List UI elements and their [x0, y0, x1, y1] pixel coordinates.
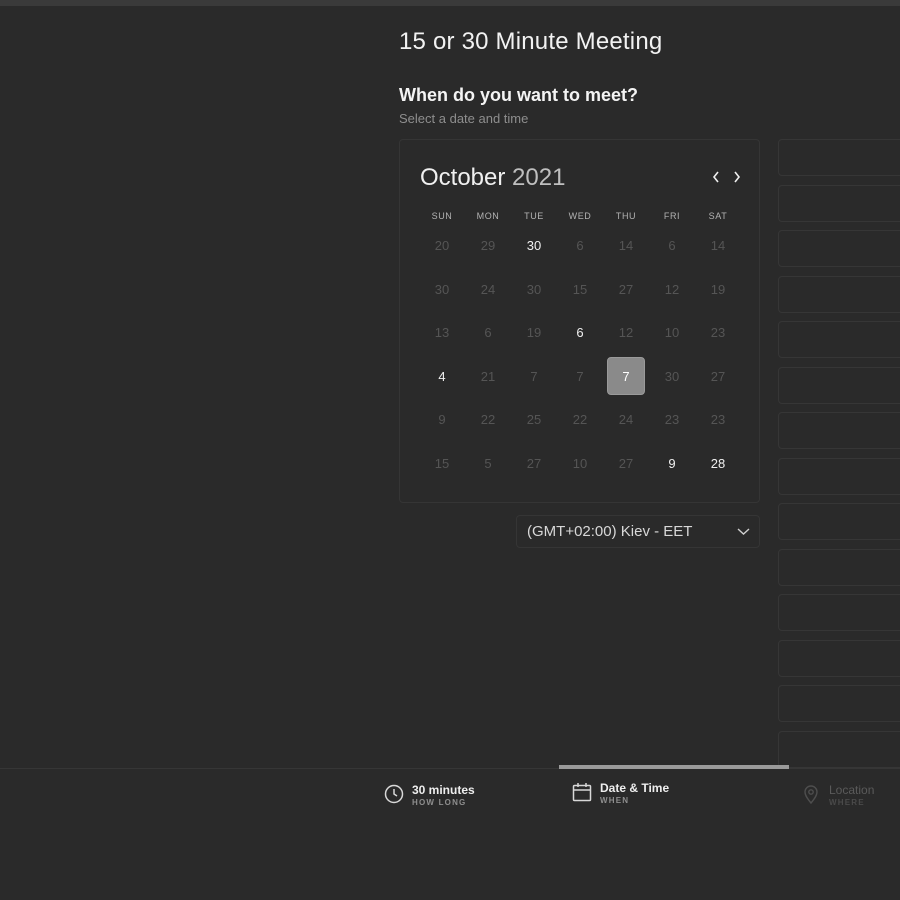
- calendar-day-unavailable: 24: [618, 411, 634, 427]
- weekday-label: THU: [615, 211, 637, 221]
- step-date-time-label: Date & Time: [600, 781, 670, 795]
- time-slot-button[interactable]: [778, 503, 900, 540]
- calendar-day-unavailable: 12: [618, 324, 634, 340]
- weekday-label: SAT: [708, 211, 728, 221]
- step-date-time-sub: WHEN: [600, 796, 630, 805]
- step-location-sub: WHERE: [829, 798, 865, 807]
- calendar-day-available[interactable]: 28: [699, 444, 737, 482]
- calendar-day-available[interactable]: 6: [561, 313, 599, 351]
- calendar-day-unavailable: 7: [530, 368, 538, 384]
- calendar-day-unavailable: 14: [710, 237, 726, 253]
- calendar-day-unavailable: 22: [572, 411, 588, 427]
- calendar-day-unavailable: 21: [480, 368, 496, 384]
- calendar-day-unavailable: 7: [576, 368, 584, 384]
- calendar-day-unavailable: 5: [484, 455, 492, 471]
- step-location: Location WHERE: [800, 783, 874, 809]
- calendar-month: October: [420, 164, 506, 191]
- page-title: 15 or 30 Minute Meeting: [399, 28, 663, 55]
- clock-icon: [384, 784, 404, 804]
- time-slot-button[interactable]: [778, 366, 900, 404]
- calendar-day-unavailable: 9: [438, 411, 446, 427]
- chevron-left-icon: [712, 171, 719, 183]
- question-heading: When do you want to meet?: [399, 85, 638, 105]
- calendar-day-unavailable: 10: [664, 324, 680, 340]
- weekday-label: MON: [476, 211, 500, 221]
- calendar-day-unavailable: 27: [618, 281, 634, 297]
- calendar-year: 2021: [512, 164, 566, 191]
- timezone-select[interactable]: (GMT+02:00) Kiev - EET: [516, 515, 760, 548]
- calendar-day-unavailable: 22: [480, 411, 496, 427]
- location-pin-icon: [804, 785, 818, 805]
- calendar-day-selected[interactable]: 7: [607, 357, 645, 395]
- calendar-day-unavailable: 30: [434, 281, 450, 297]
- calendar-day-unavailable: 19: [526, 324, 542, 340]
- weekday-label: TUE: [524, 211, 544, 221]
- calendar-icon: [572, 783, 592, 802]
- date-picker-calendar: October 2021 SUN MON TUE WED THU FRI SAT 20 29 3…: [399, 139, 760, 503]
- previous-month-button[interactable]: [707, 166, 725, 188]
- calendar-day-unavailable: 27: [710, 368, 726, 384]
- calendar-day-unavailable: 15: [434, 455, 450, 471]
- calendar-day-unavailable: 25: [526, 411, 542, 427]
- time-slot-button[interactable]: [778, 184, 900, 222]
- calendar-day-unavailable: 30: [664, 368, 680, 384]
- calendar-day-unavailable: 20: [434, 237, 450, 253]
- calendar-day-unavailable: 10: [572, 455, 588, 471]
- timezone-value: (GMT+02:00) Kiev - EET: [527, 523, 693, 540]
- calendar-month-year: October 2021: [420, 164, 565, 192]
- calendar-day-unavailable: 6: [484, 324, 492, 340]
- time-slot-button[interactable]: [778, 321, 900, 358]
- calendar-day-available[interactable]: 4: [423, 357, 461, 395]
- time-slot-button[interactable]: [778, 594, 900, 631]
- step-footer: 30 minutes HOW LONG Date & Time WHEN Loc…: [0, 765, 900, 900]
- time-slot-button[interactable]: [778, 457, 900, 495]
- step-date-time[interactable]: Date & Time WHEN: [571, 781, 669, 807]
- calendar-day-unavailable: 23: [710, 324, 726, 340]
- calendar-day-unavailable: 12: [664, 281, 680, 297]
- weekday-label: SUN: [431, 211, 453, 221]
- calendar-day-unavailable: 6: [576, 237, 584, 253]
- step-location-label: Location: [829, 783, 875, 797]
- calendar-day-unavailable: 19: [710, 281, 726, 297]
- calendar-day-unavailable: 29: [480, 237, 496, 253]
- calendar-day-unavailable: 24: [480, 281, 496, 297]
- calendar-day-unavailable: 13: [434, 324, 450, 340]
- calendar-day-unavailable: 23: [710, 411, 726, 427]
- time-slot-button[interactable]: [778, 639, 900, 677]
- time-slot-button[interactable]: [778, 685, 900, 722]
- time-slot-button[interactable]: [778, 139, 900, 176]
- step-duration-label: 30 minutes: [412, 783, 475, 797]
- next-month-button[interactable]: [728, 166, 746, 188]
- time-slot-button[interactable]: [778, 412, 900, 449]
- step-duration[interactable]: 30 minutes HOW LONG: [383, 783, 475, 809]
- step-duration-sub: HOW LONG: [412, 798, 467, 807]
- top-bar: [0, 0, 900, 6]
- chevron-right-icon: [734, 171, 741, 183]
- chevron-down-icon: [737, 528, 750, 535]
- active-step-indicator: [559, 765, 789, 769]
- calendar-day-unavailable: 27: [526, 455, 542, 471]
- question-subtitle: Select a date and time: [399, 111, 529, 126]
- calendar-day-unavailable: 15: [572, 281, 588, 297]
- weekday-label: FRI: [663, 211, 681, 221]
- weekday-label: WED: [568, 211, 592, 221]
- calendar-day-unavailable: 27: [618, 455, 634, 471]
- calendar-day-available[interactable]: 30: [515, 226, 553, 264]
- calendar-day-unavailable: 6: [668, 237, 676, 253]
- time-slot-button[interactable]: [778, 275, 900, 313]
- time-slot-button[interactable]: [778, 730, 900, 768]
- calendar-day-unavailable: 23: [664, 411, 680, 427]
- calendar-day-available[interactable]: 9: [653, 444, 691, 482]
- time-slot-button[interactable]: [778, 548, 900, 586]
- calendar-day-unavailable: 30: [526, 281, 542, 297]
- calendar-day-unavailable: 14: [618, 237, 634, 253]
- time-slot-button[interactable]: [778, 230, 900, 267]
